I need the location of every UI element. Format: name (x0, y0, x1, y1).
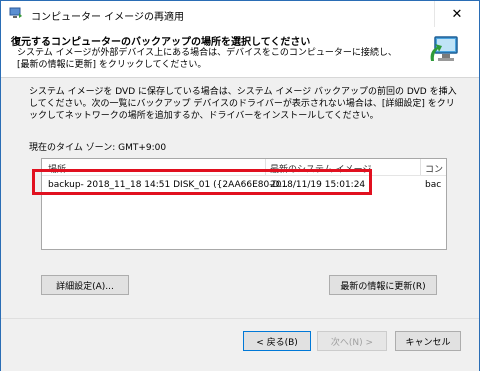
window-title: コンピューター イメージの再適用 (31, 12, 184, 23)
highlight-annotation (32, 169, 372, 195)
close-button[interactable]: ✕ (434, 1, 479, 27)
cancel-button[interactable]: キャンセル (395, 331, 461, 351)
main-content: システム イメージを DVD に保存している場合は、システム イメージ バックア… (1, 78, 479, 318)
page-title: 復元するコンピューターのバックアップの場所を選択してください (11, 37, 311, 48)
timezone-label: 現在のタイム ゾーン: GMT+9:00 (29, 143, 167, 153)
wizard-header: 復元するコンピューターのバックアップの場所を選択してください システム イメージ… (1, 27, 479, 78)
refresh-button[interactable]: 最新の情報に更新(R) (329, 275, 437, 295)
system-restore-icon (9, 7, 22, 18)
close-icon: ✕ (451, 6, 463, 22)
computer-restore-icon (430, 36, 458, 61)
wizard-footer: < 戻る(B) 次へ(N) > キャンセル (1, 318, 479, 371)
row-computer: bac (425, 180, 442, 190)
page-description: システム イメージが外部デバイス上にある場合は、デバイスをこのコンピューターに接… (17, 48, 397, 70)
column-divider[interactable] (420, 159, 421, 175)
instructions-text: システム イメージを DVD に保存している場合は、システム イメージ バックア… (29, 87, 457, 121)
restore-wizard-window: コンピューター イメージの再適用 ✕ 復元するコンピューターのバックアップの場所… (0, 0, 480, 371)
title-bar: コンピューター イメージの再適用 ✕ (1, 1, 479, 27)
column-header-computer[interactable]: コン (425, 162, 443, 175)
advanced-settings-button[interactable]: 詳細設定(A)... (41, 275, 129, 295)
next-button[interactable]: 次へ(N) > (317, 331, 387, 351)
back-button[interactable]: < 戻る(B) (243, 331, 311, 351)
